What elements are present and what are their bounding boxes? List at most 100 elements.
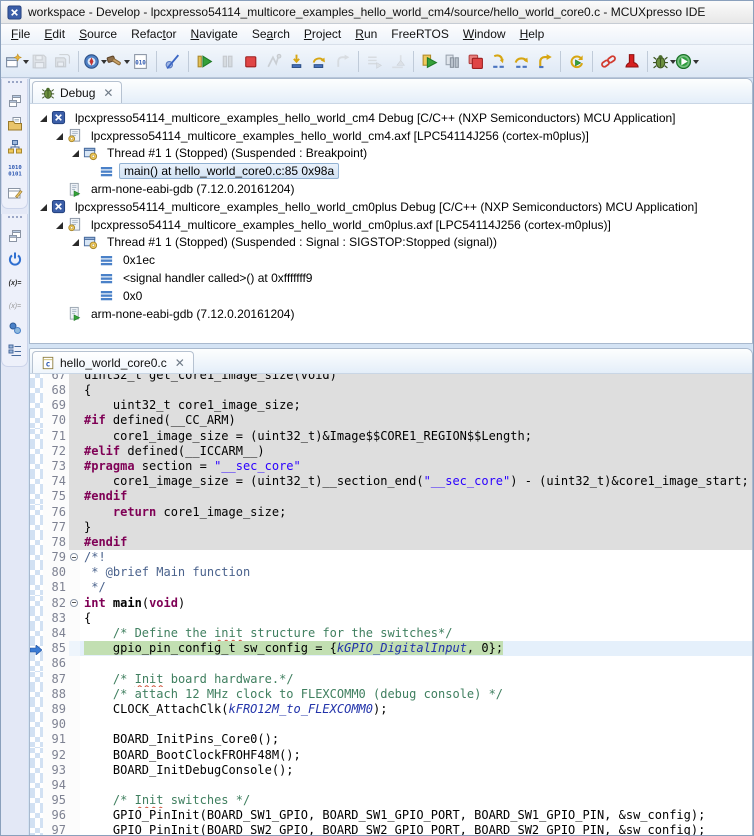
menu-help[interactable]: Help [513, 25, 552, 43]
annotation-ruler[interactable] [30, 793, 43, 808]
code-text[interactable]: { [80, 611, 752, 626]
annotation-ruler[interactable] [30, 672, 43, 687]
code-text[interactable] [80, 778, 752, 793]
expander-icon[interactable] [70, 237, 80, 247]
annotation-ruler[interactable] [30, 717, 43, 732]
code-line-85[interactable]: 85 gpio_pin_config_t sw_config = {kGPIO_… [30, 641, 752, 656]
code-line-74[interactable]: 74 core1_image_size = (uint32_t)__sectio… [30, 474, 752, 489]
code-text[interactable]: /* Init switches */ [80, 793, 752, 808]
annotation-ruler[interactable] [30, 489, 43, 504]
menu-file[interactable]: File [4, 25, 37, 43]
code-text[interactable]: /* Define the init structure for the swi… [80, 626, 752, 641]
code-line-67[interactable]: 67uint32_t get_core1_image_size(void) [30, 374, 752, 383]
code-line-78[interactable]: 78#endif [30, 535, 752, 550]
code-line-96[interactable]: 96 GPIO_PinInit(BOARD_SW1_GPIO, BOARD_SW… [30, 808, 752, 823]
code-line-71[interactable]: 71 core1_image_size = (uint32_t)&Image$$… [30, 429, 752, 444]
annotation-ruler[interactable] [30, 687, 43, 702]
build-hammer-button[interactable] [106, 49, 129, 73]
debug-tree-row[interactable]: lpcxpresso54114_multicore_examples_hello… [30, 109, 752, 127]
code-line-79[interactable]: 79/*! [30, 550, 752, 565]
code-line-72[interactable]: 72#elif defined(__ICCARM__) [30, 444, 752, 459]
step-into-button[interactable] [285, 49, 308, 73]
code-line-91[interactable]: 91 BOARD_InitPins_Core0(); [30, 732, 752, 747]
sidebar-peripherals-icon[interactable] [6, 138, 24, 156]
annotation-ruler[interactable] [30, 520, 43, 535]
debug-tree-row[interactable]: arm-none-eabi-gdb (7.12.0.20161204) [30, 305, 752, 323]
annotation-ruler[interactable] [30, 656, 43, 671]
annotation-ruler[interactable] [30, 748, 43, 763]
debug-tree-row[interactable]: Thread #1 1 (Stopped) (Suspended : Signa… [30, 234, 752, 252]
debug-tree-row[interactable]: main() at hello_world_core0.c:85 0x98a [30, 162, 752, 180]
annotation-ruler[interactable] [30, 444, 43, 459]
code-editor[interactable]: 67uint32_t get_core1_image_size(void)68{… [30, 374, 752, 836]
code-line-81[interactable]: 81 */ [30, 580, 752, 595]
binary-file-button[interactable]: 010 [129, 49, 152, 73]
code-text[interactable]: BOARD_BootClockFROHF48M(); [80, 748, 752, 763]
code-line-75[interactable]: 75#endif [30, 489, 752, 504]
debug-probe-button[interactable] [83, 49, 106, 73]
code-text[interactable]: CLOCK_AttachClk(kFRO12M_to_FLEXCOMM0); [80, 702, 752, 717]
drag-handle[interactable] [8, 216, 22, 221]
tab-hello-world-core0[interactable]: c hello_world_core0.c ✕ [32, 351, 194, 373]
code-text[interactable]: #pragma section = "__sec_core" [80, 459, 752, 474]
new-wizard-button[interactable] [5, 49, 28, 73]
annotation-ruler[interactable] [30, 535, 43, 550]
code-line-93[interactable]: 93 BOARD_InitDebugConsole(); [30, 763, 752, 778]
sidebar-memory-icon[interactable]: 10100101 [6, 161, 24, 179]
code-line-76[interactable]: 76 return core1_image_size; [30, 505, 752, 520]
code-text[interactable]: uint32_t core1_image_size; [80, 398, 752, 413]
annotation-ruler[interactable] [30, 778, 43, 793]
code-text[interactable]: /* Init board hardware.*/ [80, 672, 752, 687]
run-button[interactable] [675, 49, 698, 73]
sidebar-project-explorer-icon[interactable] [6, 115, 24, 133]
code-line-80[interactable]: 80 * @brief Main function [30, 565, 752, 580]
sidebar-variables-icon[interactable]: (x)= [6, 296, 24, 314]
code-line-87[interactable]: 87 /* Init board hardware.*/ [30, 672, 752, 687]
debug-tree-row[interactable]: 0x0 [30, 287, 752, 305]
menu-project[interactable]: Project [297, 25, 348, 43]
close-icon[interactable]: ✕ [175, 357, 185, 369]
menu-edit[interactable]: Edit [37, 25, 72, 43]
fold-marker[interactable] [69, 596, 80, 611]
code-text[interactable]: */ [80, 580, 752, 595]
code-line-69[interactable]: 69 uint32_t core1_image_size; [30, 398, 752, 413]
annotation-ruler[interactable] [30, 550, 43, 565]
red-boot-button[interactable] [620, 49, 643, 73]
debug-tree-row[interactable]: lpcxpresso54114_multicore_examples_hello… [30, 216, 752, 234]
annotation-ruler[interactable] [30, 702, 43, 717]
sidebar-dots-icon[interactable] [6, 319, 24, 337]
expander-icon[interactable] [54, 220, 64, 230]
step-into-all-button[interactable] [487, 49, 510, 73]
menu-navigate[interactable]: Navigate [183, 25, 244, 43]
code-line-73[interactable]: 73#pragma section = "__sec_core" [30, 459, 752, 474]
annotation-ruler[interactable] [30, 429, 43, 444]
step-over-all-button[interactable] [510, 49, 533, 73]
fold-marker[interactable] [69, 550, 80, 565]
debug-tree-row[interactable]: lpcxpresso54114_multicore_examples_hello… [30, 127, 752, 145]
annotation-ruler[interactable] [30, 474, 43, 489]
code-line-68[interactable]: 68{ [30, 383, 752, 398]
debug-tree-row[interactable]: <signal handler called>() at 0xfffffff9 [30, 269, 752, 287]
code-line-89[interactable]: 89 CLOCK_AttachClk(kFRO12M_to_FLEXCOMM0)… [30, 702, 752, 717]
code-text[interactable]: int main(void) [80, 596, 752, 611]
code-text[interactable]: GPIO_PinInit(BOARD_SW1_GPIO, BOARD_SW1_G… [80, 808, 752, 823]
code-text[interactable]: core1_image_size = (uint32_t)__section_e… [80, 474, 752, 489]
code-text[interactable]: return core1_image_size; [80, 505, 752, 520]
code-text[interactable]: /* attach 12 MHz clock to FLEXCOMM0 (deb… [80, 687, 752, 702]
annotation-ruler[interactable] [30, 374, 43, 383]
debug-tree-row[interactable]: 0x1ec [30, 251, 752, 269]
menu-refactor[interactable]: Refactor [124, 25, 183, 43]
resume-button[interactable] [193, 49, 216, 73]
sidebar-restore-view-icon[interactable] [6, 227, 24, 245]
code-text[interactable] [80, 717, 752, 732]
collapse-icon[interactable] [70, 599, 78, 607]
terminate-all-button[interactable] [464, 49, 487, 73]
code-line-94[interactable]: 94 [30, 778, 752, 793]
menu-window[interactable]: Window [456, 25, 513, 43]
close-icon[interactable]: ✕ [103, 87, 113, 99]
debug-tree-row[interactable]: Thread #1 1 (Stopped) (Suspended : Break… [30, 145, 752, 163]
annotation-ruler[interactable] [30, 413, 43, 428]
menu-search[interactable]: Search [245, 25, 297, 43]
code-text[interactable]: #endif [80, 535, 752, 550]
annotation-ruler[interactable] [30, 596, 43, 611]
